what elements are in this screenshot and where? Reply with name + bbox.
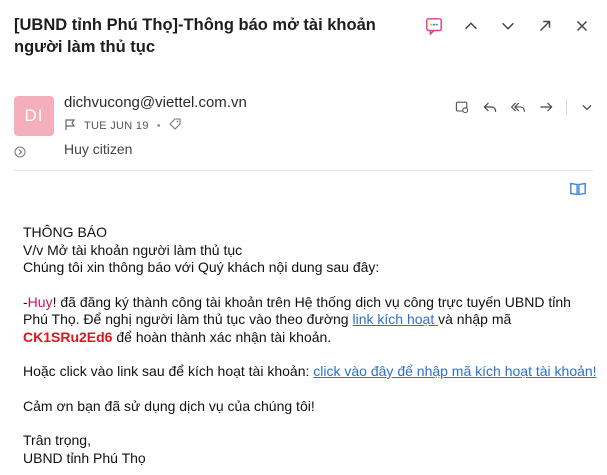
popout-icon[interactable] bbox=[533, 14, 556, 37]
actions-divider bbox=[566, 99, 567, 115]
thanks-text: Cảm ơn bạn đã sử dụng dịch vụ của chúng … bbox=[23, 397, 315, 414]
header-divider bbox=[14, 170, 593, 171]
forward-icon[interactable] bbox=[536, 97, 556, 117]
notice-regarding: V/v Mở tài khoản người làm thủ tục bbox=[23, 241, 243, 258]
notice-paragraph: -Huy! đã đăng ký thành công tài khoản tr… bbox=[23, 294, 598, 347]
notice-heading: THÔNG BÁO bbox=[23, 224, 108, 240]
message-date: TUE JUN 19 bbox=[84, 120, 149, 132]
translate-icon[interactable] bbox=[422, 14, 445, 37]
activation-code: CK1SRu2Ed6 bbox=[23, 328, 113, 345]
alt-link-paragraph: Hoặc click vào link sau để kích hoạt tài… bbox=[23, 363, 598, 381]
avatar[interactable]: DI bbox=[14, 96, 54, 136]
chevron-up-icon[interactable] bbox=[459, 14, 482, 37]
closing-text: Trân trọng, bbox=[23, 432, 91, 448]
close-icon[interactable] bbox=[570, 14, 593, 37]
activation-code-link[interactable]: click vào đây để nhập mã kích hoạt tài k… bbox=[313, 363, 596, 379]
meta-separator: • bbox=[156, 120, 161, 132]
reply-all-icon[interactable] bbox=[508, 97, 528, 117]
email-body: THÔNG BÁO V/v Mở tài khoản người làm thủ… bbox=[23, 224, 598, 467]
top-toolbar bbox=[422, 14, 593, 37]
sender-address[interactable]: dichvucong@viettel.com.vn bbox=[64, 94, 247, 111]
reader-view-icon[interactable] bbox=[569, 180, 587, 203]
reply-icon[interactable] bbox=[480, 97, 500, 117]
p2-text: Hoặc click vào link sau để kích hoạt tài… bbox=[23, 363, 314, 379]
message-actions bbox=[452, 97, 597, 117]
signature-text: UBND tỉnh Phú Thọ bbox=[23, 449, 146, 466]
p1-text3: để hoàn thành xác nhận tài khoản. bbox=[112, 328, 332, 345]
more-chevron-icon[interactable] bbox=[577, 97, 597, 117]
tag-icon[interactable] bbox=[168, 118, 182, 134]
recipient-name[interactable]: Huy citizen bbox=[64, 141, 132, 157]
activation-link[interactable]: link kích hoạt bbox=[353, 311, 439, 327]
flag-icon[interactable] bbox=[64, 118, 76, 134]
view-icon[interactable] bbox=[452, 97, 472, 117]
message-meta: TUE JUN 19 • bbox=[64, 118, 182, 134]
expand-recipients-icon[interactable] bbox=[14, 145, 26, 163]
chevron-down-icon[interactable] bbox=[496, 14, 519, 37]
user-name: Huy bbox=[27, 293, 53, 310]
notice-intro: Chúng tôi xin thông báo với Quý khách nộ… bbox=[23, 259, 380, 275]
email-subject: [UBND tỉnh Phú Thọ]-Thông báo mở tài kho… bbox=[14, 16, 376, 56]
p1-text2: và nhập mã bbox=[438, 311, 512, 327]
